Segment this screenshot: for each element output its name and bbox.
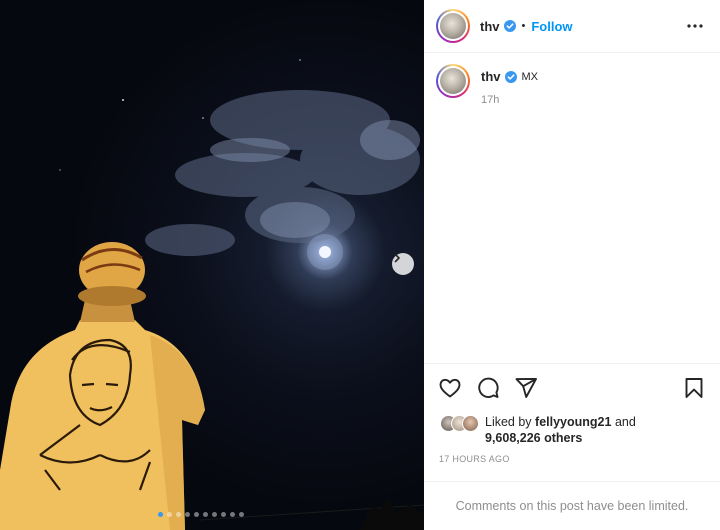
post-actions: Liked by fellyyoung21 and 9,608,226 othe…: [424, 363, 720, 481]
share-icon[interactable]: [514, 376, 538, 400]
post-timestamp[interactable]: 17 HOURS AGO: [439, 454, 510, 464]
post-sidebar: thv • Follow thv MX 17h Liked by fellyyo…: [424, 0, 720, 530]
liked-by-prefix: Liked by: [485, 415, 532, 429]
likes-count[interactable]: 9,608,226 others: [485, 431, 582, 445]
carousel-dot: [158, 512, 163, 517]
author-username[interactable]: thv: [480, 19, 500, 34]
carousel-dot: [239, 512, 244, 517]
carousel-dot: [221, 512, 226, 517]
carousel-indicator: [158, 512, 244, 517]
carousel-dot: [212, 512, 217, 517]
post-header: thv • Follow: [424, 0, 720, 53]
chevron-right-icon: [394, 253, 400, 263]
carousel-dot: [203, 512, 208, 517]
post-media[interactable]: [0, 0, 424, 530]
carousel-dot: [230, 512, 235, 517]
post-caption: thv MX 17h: [436, 64, 708, 106]
carousel-next-button[interactable]: [392, 253, 414, 275]
verified-badge-icon: [504, 70, 517, 83]
follow-button[interactable]: Follow: [531, 19, 572, 34]
carousel-dot: [167, 512, 172, 517]
bookmark-icon[interactable]: [682, 376, 706, 400]
author-avatar[interactable]: [436, 9, 470, 43]
comment-icon[interactable]: [476, 376, 500, 400]
comments-limited-notice: Comments on this post have been limited.: [424, 481, 720, 530]
caption-avatar[interactable]: [436, 64, 470, 98]
liked-by-and: and: [614, 415, 636, 429]
caption-text: MX: [521, 70, 539, 83]
liked-by-user[interactable]: fellyyoung21: [535, 415, 611, 429]
verified-badge-icon: [503, 20, 516, 32]
carousel-dot: [185, 512, 190, 517]
avatar: [462, 415, 479, 432]
heart-icon[interactable]: [438, 376, 462, 400]
night-sky-photo: [0, 59, 424, 530]
more-options-button[interactable]: [684, 16, 706, 36]
likes-summary: Liked by fellyyoung21 and 9,608,226 othe…: [440, 414, 636, 446]
carousel-dot: [176, 512, 181, 517]
more-horizontal-icon: [687, 24, 703, 28]
caption-time[interactable]: 17h: [481, 94, 538, 106]
header-separator: •: [521, 20, 526, 32]
liked-by-avatars[interactable]: [440, 415, 479, 432]
caption-username[interactable]: thv: [481, 69, 501, 84]
carousel-dot: [194, 512, 199, 517]
